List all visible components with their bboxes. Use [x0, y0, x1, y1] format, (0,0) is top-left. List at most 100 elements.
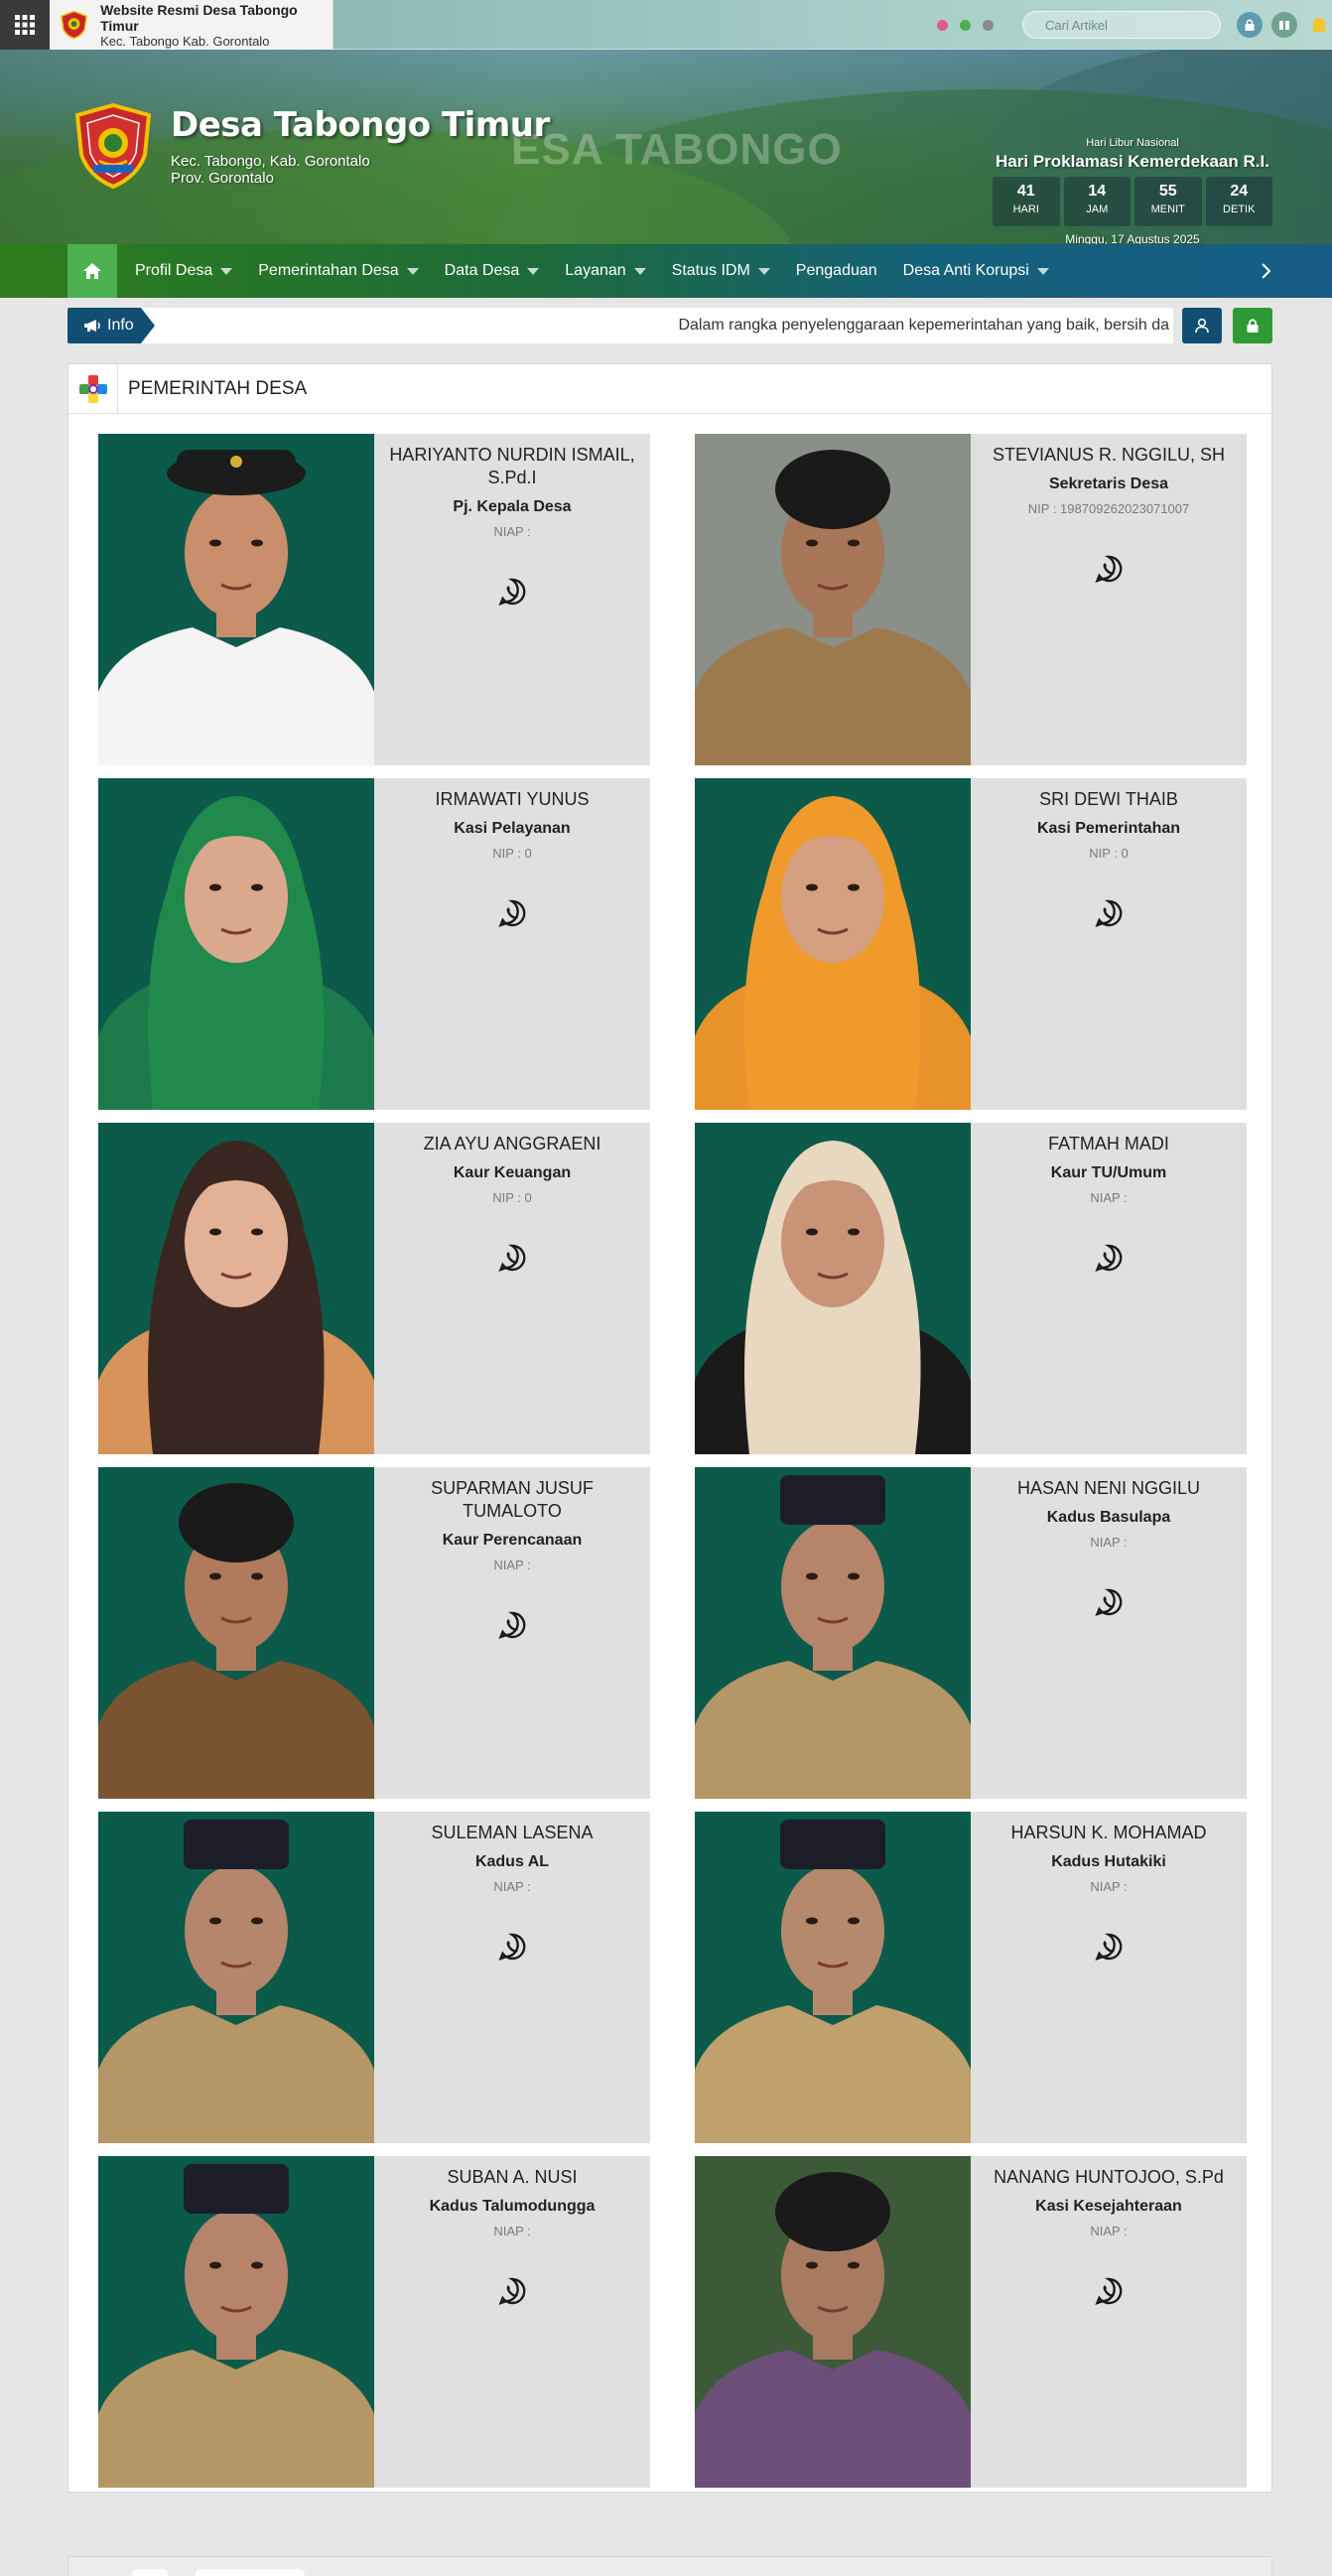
dot-pink — [937, 20, 948, 31]
card-header: PEMERINTAH DESA — [68, 363, 1271, 414]
official-nip: NIP : 0 — [492, 846, 532, 861]
official-photo[interactable] — [695, 2156, 971, 2488]
user-login-button[interactable] — [1182, 308, 1222, 343]
official-photo[interactable] — [695, 1812, 971, 2143]
official-photo[interactable] — [98, 434, 374, 765]
subtitle-line2: Prov. Gorontalo — [171, 170, 274, 187]
official-photo[interactable] — [695, 1467, 971, 1799]
official-card: SUBAN A. NUSI Kadus Talumodungga NIAP : — [98, 2156, 650, 2488]
info-ticker-text[interactable]: Dalam rangka penyelenggaraan kepemerinta… — [187, 308, 1169, 343]
dot-green — [960, 20, 971, 31]
site-location: Kec. Tabongo Kab. Gorontalo — [100, 33, 270, 49]
lock-icon — [1247, 319, 1259, 333]
whatsapp-icon[interactable] — [497, 898, 527, 928]
whatsapp-icon[interactable] — [497, 1932, 527, 1962]
colorful-people-icon — [68, 363, 118, 414]
official-nip: NIAP : — [1090, 1535, 1128, 1550]
lock-icon[interactable] — [1237, 12, 1263, 38]
nav-item-status-idm[interactable]: Status IDM — [672, 262, 770, 280]
nav-item-label: Pengaduan — [795, 262, 877, 279]
countdown-seconds: 24 DETIK — [1205, 177, 1272, 226]
official-role: Kasi Kesejahteraan — [1035, 2198, 1182, 2215]
official-name: SUPARMAN JUSUF TUMALOTO — [431, 1478, 594, 1521]
banner-background-text: ESA TABONGO — [511, 125, 843, 174]
stats-icon[interactable] — [1271, 12, 1297, 38]
whatsapp-icon[interactable] — [497, 1610, 527, 1640]
official-photo[interactable] — [695, 434, 971, 765]
whatsapp-icon[interactable] — [1094, 1243, 1124, 1273]
countdown-hours: 14 JAM — [1063, 177, 1131, 226]
official-card: IRMAWATI YUNUS Kasi Pelayanan NIP : 0 — [98, 778, 650, 1110]
official-nip: NIP : 0 — [492, 1190, 532, 1205]
bell-icon[interactable] — [1306, 12, 1332, 38]
caret-down-icon — [757, 267, 770, 275]
official-photo[interactable] — [98, 1467, 374, 1799]
nav-item-data-desa[interactable]: Data Desa — [445, 262, 540, 280]
chevron-right-icon[interactable] — [1253, 258, 1278, 284]
whatsapp-icon[interactable] — [1094, 1932, 1124, 1962]
whatsapp-icon[interactable] — [497, 577, 527, 607]
official-photo[interactable] — [98, 1123, 374, 1454]
nav-item-label: Layanan — [565, 262, 626, 279]
official-role: Kaur Perencanaan — [442, 1532, 583, 1549]
whatsapp-icon[interactable] — [497, 2276, 527, 2306]
official-role: Kasi Pemerintahan — [1036, 820, 1181, 837]
official-role: Kasi Pelayanan — [454, 820, 571, 837]
official-photo[interactable] — [98, 1812, 374, 2143]
official-role: Kadus AL — [474, 1853, 550, 1870]
official-name: STEVIANUS R. NGGILU, SH — [992, 445, 1226, 465]
official-nip: NIAP : — [493, 1879, 531, 1894]
official-role: Kadus Talumodungga — [429, 2198, 596, 2215]
whatsapp-icon[interactable] — [1094, 898, 1124, 928]
village-emblem-icon — [74, 103, 152, 189]
nav-item-label: Data Desa — [444, 262, 520, 279]
official-nip: NIAP : — [1090, 1190, 1128, 1205]
countdown-date: Minggu, 17 Agustus 2025 — [1065, 232, 1200, 244]
nav-item-desa-anti-korupsi[interactable]: Desa Anti Korupsi — [903, 262, 1049, 280]
official-photo[interactable] — [98, 2156, 374, 2488]
main-nav: Profil Desa Pemerintahan Desa Data Desa Lay… — [0, 244, 1332, 298]
countdown-event: Hari Proklamasi Kemerdekaan R.I. — [996, 152, 1269, 171]
official-photo[interactable] — [695, 778, 971, 1110]
info-label: Info — [67, 308, 155, 343]
whatsapp-icon[interactable] — [1094, 1587, 1124, 1617]
caret-down-icon — [1036, 267, 1049, 275]
official-card: ZIA AYU ANGGRAENI Kaur Keuangan NIP : 0 — [98, 1123, 650, 1454]
megaphone-icon — [84, 320, 100, 332]
official-name: IRMAWATI YUNUS — [435, 789, 590, 809]
site-subtitle: Kec. Tabongo, Kab. Gorontalo Prov. Goron… — [171, 153, 370, 187]
official-card: HARSUN K. MOHAMAD Kadus Hutakiki NIAP : — [695, 1812, 1247, 2143]
section-title: PEMERINTAH DESA — [128, 377, 308, 399]
site-name: Website Resmi Desa Tabongo Timur — [100, 1, 298, 34]
official-card: HARIYANTO NURDIN ISMAIL, S.Pd.I Pj. Kepa… — [98, 434, 650, 765]
official-name: HARIYANTO NURDIN ISMAIL, S.Pd.I — [389, 445, 635, 487]
official-nip: NIAP : — [1090, 1879, 1128, 1894]
home-icon[interactable] — [67, 244, 117, 298]
official-card: SUPARMAN JUSUF TUMALOTO Kaur Perencanaan… — [98, 1467, 650, 1799]
village-logo-icon — [61, 10, 87, 40]
nav-item-pemerintahan-desa[interactable]: Pemerintahan Desa — [258, 262, 419, 280]
info-ticker: Info Dalam rangka penyelenggaraan kepeme… — [67, 308, 1173, 343]
official-nip: NIAP : — [493, 2224, 531, 2238]
official-card: SRI DEWI THAIB Kasi Pemerintahan NIP : 0 — [695, 778, 1247, 1110]
site-tag[interactable]: Website Resmi Desa Tabongo Timur Kec. Ta… — [50, 0, 333, 50]
official-role: Kaur Keuangan — [453, 1164, 572, 1181]
official-card: FATMAH MADI Kaur TU/Umum NIAP : — [695, 1123, 1247, 1454]
official-nip: NIAP : — [493, 524, 531, 539]
nav-item-layanan[interactable]: Layanan — [565, 262, 646, 280]
caret-down-icon — [527, 267, 540, 275]
official-nip: NIAP : — [493, 1558, 531, 1572]
official-card: SULEMAN LASENA Kadus AL NIAP : — [98, 1812, 650, 2143]
whatsapp-icon[interactable] — [1094, 2276, 1124, 2306]
official-photo[interactable] — [98, 778, 374, 1110]
apps-grid-icon[interactable] — [0, 0, 50, 50]
admin-lock-button[interactable] — [1233, 308, 1272, 343]
official-name: SUBAN A. NUSI — [447, 2167, 578, 2187]
whatsapp-icon[interactable] — [1094, 554, 1124, 584]
whatsapp-icon[interactable] — [497, 1243, 527, 1273]
nav-item-pengaduan[interactable]: Pengaduan — [796, 262, 877, 280]
countdown-minutes: 55 MENIT — [1134, 177, 1202, 226]
official-photo[interactable] — [695, 1123, 971, 1454]
nav-item-profil-desa[interactable]: Profil Desa — [135, 262, 233, 280]
search-input[interactable] — [1045, 17, 1220, 33]
